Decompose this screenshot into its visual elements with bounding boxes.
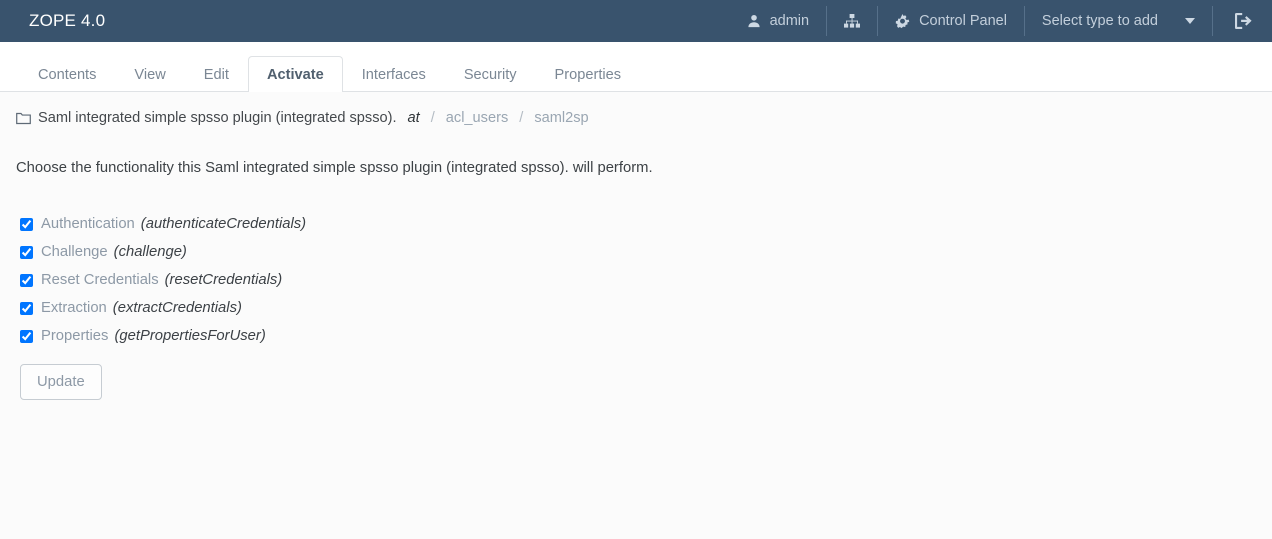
tab-security[interactable]: Security [445, 56, 536, 92]
chevron-down-icon [1185, 18, 1195, 24]
list-item: Extraction (extractCredentials) [16, 294, 1256, 322]
gear-icon [895, 13, 910, 29]
user-icon [747, 14, 761, 28]
control-panel-label: Control Panel [919, 13, 1007, 29]
tab-activate[interactable]: Activate [247, 56, 343, 92]
option-label: Properties [41, 328, 109, 344]
option-method: (challenge) [113, 244, 187, 260]
top-header-bar: ZOPE 4.0 admin Control Panel Select type… [0, 0, 1272, 42]
breadcrumb-title: Saml integrated simple spsso plugin (int… [38, 110, 397, 126]
tab-contents[interactable]: Contents [19, 56, 115, 92]
control-panel-button[interactable]: Control Panel [878, 0, 1024, 42]
option-label: Authentication [41, 216, 135, 232]
checkbox-properties[interactable] [20, 329, 33, 343]
breadcrumb-link-saml2sp[interactable]: saml2sp [534, 110, 588, 126]
breadcrumb: Saml integrated simple spsso plugin (int… [16, 92, 1256, 126]
option-label: Reset Credentials [41, 272, 159, 288]
plugin-interfaces-list: Authentication (authenticateCredentials)… [16, 210, 1256, 350]
breadcrumb-separator: / [430, 110, 435, 126]
main-content: Saml integrated simple spsso plugin (int… [0, 92, 1272, 539]
current-user-label: admin [769, 13, 810, 29]
add-type-dropdown[interactable]: Select type to add [1025, 0, 1212, 42]
option-method: (resetCredentials) [164, 272, 283, 288]
option-label: Challenge [41, 244, 108, 260]
breadcrumb-at: at [407, 110, 420, 126]
breadcrumb-link-acl-users[interactable]: acl_users [446, 110, 508, 126]
tab-edit[interactable]: Edit [185, 56, 248, 92]
add-type-dropdown-label: Select type to add [1041, 13, 1158, 29]
list-item: Challenge (challenge) [16, 238, 1256, 266]
current-user[interactable]: admin [730, 0, 827, 42]
sitemap-button[interactable] [827, 0, 877, 42]
main-tab-bar: Contents View Edit Activate Interfaces S… [0, 42, 1272, 92]
logout-button[interactable] [1213, 0, 1272, 42]
instruction-text: Choose the functionality this Saml integ… [16, 160, 653, 176]
checkbox-challenge[interactable] [20, 245, 33, 259]
tab-interfaces[interactable]: Interfaces [343, 56, 445, 92]
option-label: Extraction [41, 300, 107, 316]
tab-view[interactable]: View [115, 56, 184, 92]
checkbox-extraction[interactable] [20, 301, 33, 315]
breadcrumb-separator: / [519, 110, 524, 126]
option-method: (getPropertiesForUser) [114, 328, 266, 344]
logout-icon [1235, 13, 1252, 29]
header-spacer [121, 0, 729, 42]
folder-icon [16, 112, 31, 125]
list-item: Authentication (authenticateCredentials) [16, 210, 1256, 238]
list-item: Reset Credentials (resetCredentials) [16, 266, 1256, 294]
option-method: (authenticateCredentials) [140, 216, 307, 232]
checkbox-reset-credentials[interactable] [20, 273, 33, 287]
list-item: Properties (getPropertiesForUser) [16, 322, 1256, 350]
sitemap-icon [844, 14, 861, 28]
option-method: (extractCredentials) [112, 300, 242, 316]
tab-properties[interactable]: Properties [536, 56, 641, 92]
update-button[interactable]: Update [20, 364, 102, 400]
checkbox-authentication[interactable] [20, 217, 33, 231]
brand-title: ZOPE 4.0 [29, 11, 106, 30]
